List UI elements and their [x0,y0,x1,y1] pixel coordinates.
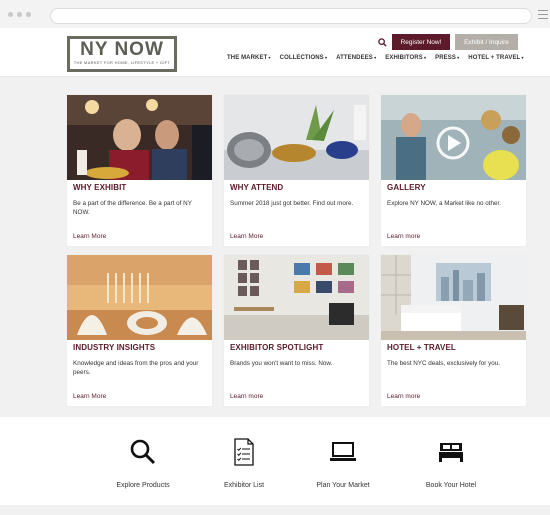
search-icon [88,427,198,477]
why-exhibit-image [67,95,212,180]
search-icon[interactable] [378,38,387,49]
card-industry-insights[interactable]: INDUSTRY INSIGHTS Knowledge and ideas fr… [67,255,212,406]
explore-products-link[interactable]: Explore Products [88,427,198,489]
exhibitor-spotlight-image [224,255,369,340]
card-grid: WHY EXHIBIT Be a part of the difference.… [0,77,550,417]
nav-attendees[interactable]: ATTENDEES [336,55,376,61]
hotel-travel-image [381,255,526,340]
card-learn-more-link[interactable]: Learn more [230,393,263,400]
card-description: Brands you won't want to miss. Now. [230,360,333,367]
card-why-attend[interactable]: WHY ATTEND Summer 2018 just got better. … [224,95,369,246]
logo-tagline: THE MARKET FOR HOME, LIFESTYLE + GIFT [73,60,171,65]
hamburger-menu-icon[interactable] [538,10,548,22]
card-description: Be a part of the difference. Be a part o… [73,200,192,216]
main-nav: THE MARKET COLLECTIONS ATTENDEES EXHIBIT… [227,55,524,61]
card-title: GALLERY [387,183,426,192]
site-logo[interactable]: NY NOW THE MARKET FOR HOME, LIFESTYLE + … [67,36,177,72]
card-description: The best NYC deals, exclusively for you. [387,360,501,367]
book-your-hotel-label: Book Your Hotel [425,482,477,489]
plan-your-market-label: Plan Your Market [316,482,370,489]
card-hotel-travel[interactable]: HOTEL + TRAVEL The best NYC deals, exclu… [381,255,526,406]
card-description: Knowledge and ideas from the pros and yo… [73,360,199,376]
card-gallery[interactable]: GALLERY Explore NY NOW, a Market like no… [381,95,526,246]
card-title: HOTEL + TRAVEL [387,343,456,352]
card-learn-more-link[interactable]: Learn more [387,393,420,400]
register-button[interactable]: Register Now! [392,34,450,50]
bed-icon [396,427,506,477]
why-attend-image [224,95,369,180]
card-learn-more-link[interactable]: Learn more [387,233,420,240]
logo-wordmark: NY NOW [80,39,164,60]
exhibitor-list-link[interactable]: Exhibitor List [189,427,299,489]
card-why-exhibit[interactable]: WHY EXHIBIT Be a part of the difference.… [67,95,212,246]
book-your-hotel-link[interactable]: Book Your Hotel [396,427,506,489]
page-footer-edge [0,505,550,515]
card-title: WHY EXHIBIT [73,183,127,192]
nav-hotel-travel[interactable]: HOTEL + TRAVEL [468,55,523,61]
address-bar[interactable] [50,8,532,24]
gallery-video-thumbnail[interactable] [381,95,526,180]
window-controls[interactable] [8,12,31,17]
nav-the-market[interactable]: THE MARKET [227,55,271,61]
browser-window: NY NOW THE MARKET FOR HOME, LIFESTYLE + … [0,0,550,515]
card-exhibitor-spotlight[interactable]: EXHIBITOR SPOTLIGHT Brands you won't wan… [224,255,369,406]
checklist-icon [189,427,299,477]
exhibit-inquire-button[interactable]: Exhibit / Inquire [455,34,518,50]
nav-press[interactable]: PRESS [435,55,459,61]
card-title: INDUSTRY INSIGHTS [73,343,156,352]
card-learn-more-link[interactable]: Learn More [73,393,106,400]
card-title: WHY ATTEND [230,183,284,192]
card-description: Explore NY NOW, a Market like no other. [387,200,501,207]
browser-toolbar [0,0,550,29]
card-learn-more-link[interactable]: Learn More [73,233,106,240]
laptop-icon [288,427,398,477]
explore-products-label: Explore Products [116,482,170,489]
quick-links-bar: Explore Products Exhibitor List Plan You… [0,417,550,505]
card-title: EXHIBITOR SPOTLIGHT [230,343,324,352]
nav-exhibitors[interactable]: EXHIBITORS [385,55,426,61]
industry-insights-image [67,255,212,340]
exhibitor-list-label: Exhibitor List [223,482,265,489]
card-description: Summer 2018 just got better. Find out mo… [230,200,354,207]
card-learn-more-link[interactable]: Learn More [230,233,263,240]
plan-your-market-link[interactable]: Plan Your Market [288,427,398,489]
nav-collections[interactable]: COLLECTIONS [280,55,327,61]
